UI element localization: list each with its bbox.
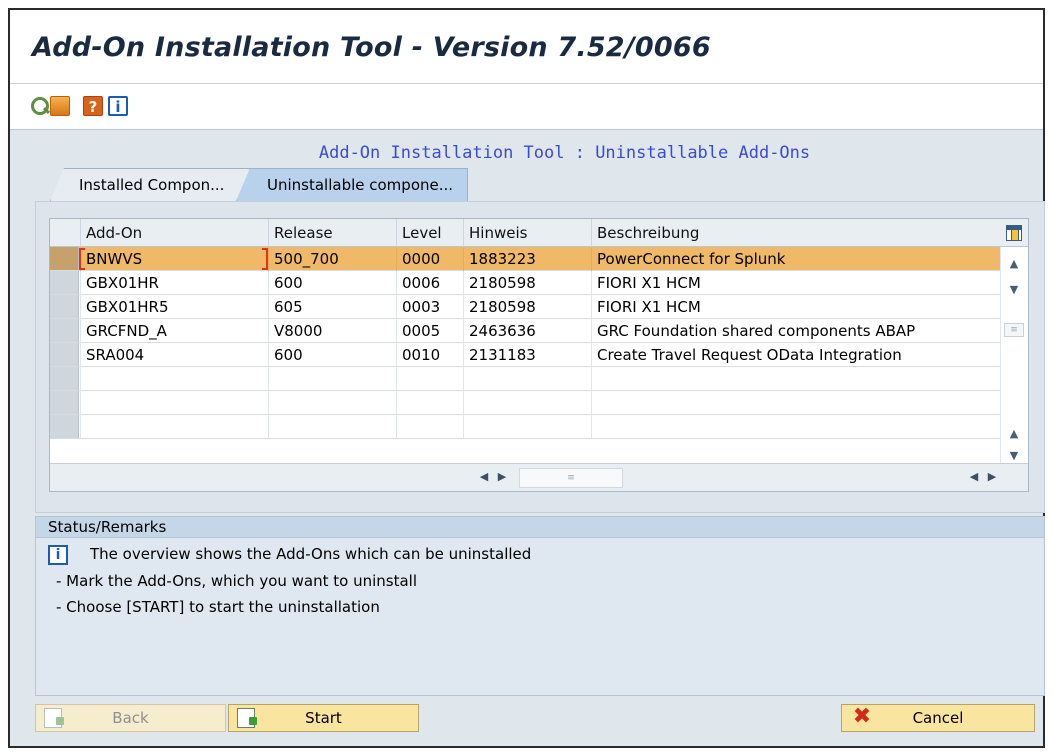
column-header-beschreibung[interactable]: Beschreibung xyxy=(591,219,1000,247)
cell-beschreibung: FIORI X1 HCM xyxy=(591,295,1000,319)
row-selector[interactable] xyxy=(50,295,79,318)
row-selector[interactable] xyxy=(50,343,79,366)
cell-addon: SRA004 xyxy=(80,343,268,367)
status-message: The overview shows the Add-Ons which can… xyxy=(90,545,532,563)
row-selector[interactable] xyxy=(50,271,79,294)
start-button-label: Start xyxy=(305,709,342,727)
row-selector[interactable] xyxy=(50,247,79,270)
scroll-up-icon[interactable]: ▲ xyxy=(1007,257,1021,271)
back-button[interactable]: Back xyxy=(35,704,226,732)
scroll-right-icon[interactable]: ▶ xyxy=(495,470,509,484)
toolbar: ? i xyxy=(10,84,1043,130)
start-button[interactable]: Start xyxy=(228,704,419,732)
table-row[interactable]: SRA004 600 0010 2131183 Create Travel Re… xyxy=(50,343,1000,367)
cell-beschreibung: GRC Foundation shared components ABAP xyxy=(591,319,1000,343)
cell-addon: GBX01HR xyxy=(80,271,268,295)
scroll-thumb[interactable]: ≡ xyxy=(1004,323,1024,337)
status-remarks-panel: Status/Remarks i The overview shows the … xyxy=(35,516,1045,696)
horizontal-scroll-thumb[interactable]: ≡ xyxy=(519,468,623,488)
cell-beschreibung: PowerConnect for Splunk xyxy=(591,247,1000,271)
scroll-left-icon[interactable]: ◀ xyxy=(967,470,981,484)
cell-release: 500_700 xyxy=(268,247,396,271)
row-selector[interactable] xyxy=(50,391,79,414)
cell-addon: GBX01HR5 xyxy=(80,295,268,319)
cell-hinweis: 2180598 xyxy=(463,271,591,295)
vertical-scrollbar[interactable]: ▲ ▼ ≡ ▲ ▼ xyxy=(1000,247,1028,465)
empty-table-row[interactable] xyxy=(50,415,1000,439)
row-selector[interactable] xyxy=(50,415,79,438)
cell-hinweis: 2463636 xyxy=(463,319,591,343)
cancel-button[interactable]: ✖ Cancel xyxy=(841,704,1035,732)
empty-table-row[interactable] xyxy=(50,391,1000,415)
cell-level: 0000 xyxy=(396,247,463,271)
cell-level: 0005 xyxy=(396,319,463,343)
start-icon xyxy=(237,708,257,728)
scroll-left-icon[interactable]: ◀ xyxy=(477,470,491,484)
cell-level: 0003 xyxy=(396,295,463,319)
status-message: - Choose [START] to start the uninstalla… xyxy=(56,598,380,616)
back-icon xyxy=(44,708,64,728)
addons-table: Add-On Release Level Hinweis Beschreibun… xyxy=(49,218,1029,492)
cell-release: 605 xyxy=(268,295,396,319)
cell-hinweis: 2131183 xyxy=(463,343,591,367)
cell-release: 600 xyxy=(268,343,396,367)
page-down-icon[interactable]: ▼ xyxy=(1007,449,1021,463)
back-button-label: Back xyxy=(112,709,149,727)
cell-hinweis: 2180598 xyxy=(463,295,591,319)
cancel-button-label: Cancel xyxy=(912,709,964,727)
status-header: Status/Remarks xyxy=(36,517,1044,538)
tab-panel: Add-On Release Level Hinweis Beschreibun… xyxy=(35,201,1045,513)
find-icon[interactable] xyxy=(30,96,50,116)
cell-level: 0010 xyxy=(396,343,463,367)
column-header-addon[interactable]: Add-On xyxy=(80,219,268,247)
table-row[interactable]: BNWVS 500_700 0000 1883223 PowerConnect … xyxy=(50,247,1000,271)
column-header-hinweis[interactable]: Hinweis xyxy=(463,219,591,247)
cell-hinweis: 1883223 xyxy=(463,247,591,271)
focus-bracket-right xyxy=(262,248,268,270)
focus-bracket-left xyxy=(79,248,85,270)
screen-heading: Add-On Installation Tool : Uninstallable… xyxy=(318,143,811,163)
tab-uninstallable-components[interactable]: Uninstallable compone... xyxy=(236,168,468,201)
column-header-level[interactable]: Level xyxy=(396,219,463,247)
cell-beschreibung: FIORI X1 HCM xyxy=(591,271,1000,295)
column-header-release[interactable]: Release xyxy=(268,219,396,247)
help-icon[interactable]: ? xyxy=(83,96,103,116)
cell-release: 600 xyxy=(268,271,396,295)
window-title: Add-On Installation Tool - Version 7.52/… xyxy=(32,32,711,63)
info-icon: i xyxy=(48,545,68,565)
info-icon[interactable]: i xyxy=(108,96,128,116)
page-up-icon[interactable]: ▲ xyxy=(1007,427,1021,441)
table-settings-icon[interactable] xyxy=(1006,225,1022,241)
table-row[interactable]: GRCFND_A V8000 0005 2463636 GRC Foundati… xyxy=(50,319,1000,343)
tab-installed-components[interactable]: Installed Compon... xyxy=(50,168,250,201)
cell-release: V8000 xyxy=(268,319,396,343)
status-message: - Mark the Add-Ons, which you want to un… xyxy=(56,572,418,590)
horizontal-scrollbar[interactable]: ◀ ▶ ≡ ◀ ▶ xyxy=(50,463,1028,491)
application-window: Add-On Installation Tool - Version 7.52/… xyxy=(8,8,1045,748)
cell-addon: BNWVS xyxy=(80,247,268,271)
cancel-icon: ✖ xyxy=(852,704,872,729)
row-selector[interactable] xyxy=(50,319,79,342)
empty-table-row[interactable] xyxy=(50,367,1000,391)
cell-level: 0006 xyxy=(396,271,463,295)
table-row[interactable]: GBX01HR5 605 0003 2180598 FIORI X1 HCM xyxy=(50,295,1000,319)
cell-addon: GRCFND_A xyxy=(80,319,268,343)
scroll-down-icon[interactable]: ▼ xyxy=(1007,283,1021,297)
title-bar: Add-On Installation Tool - Version 7.52/… xyxy=(10,10,1043,84)
table-row[interactable]: GBX01HR 600 0006 2180598 FIORI X1 HCM xyxy=(50,271,1000,295)
cell-beschreibung: Create Travel Request OData Integration xyxy=(591,343,1000,367)
table-header: Add-On Release Level Hinweis Beschreibun… xyxy=(50,219,1028,247)
scroll-right-icon[interactable]: ▶ xyxy=(985,470,999,484)
select-all-header[interactable] xyxy=(50,219,80,247)
row-selector[interactable] xyxy=(50,367,79,390)
find-next-icon[interactable] xyxy=(50,96,70,116)
